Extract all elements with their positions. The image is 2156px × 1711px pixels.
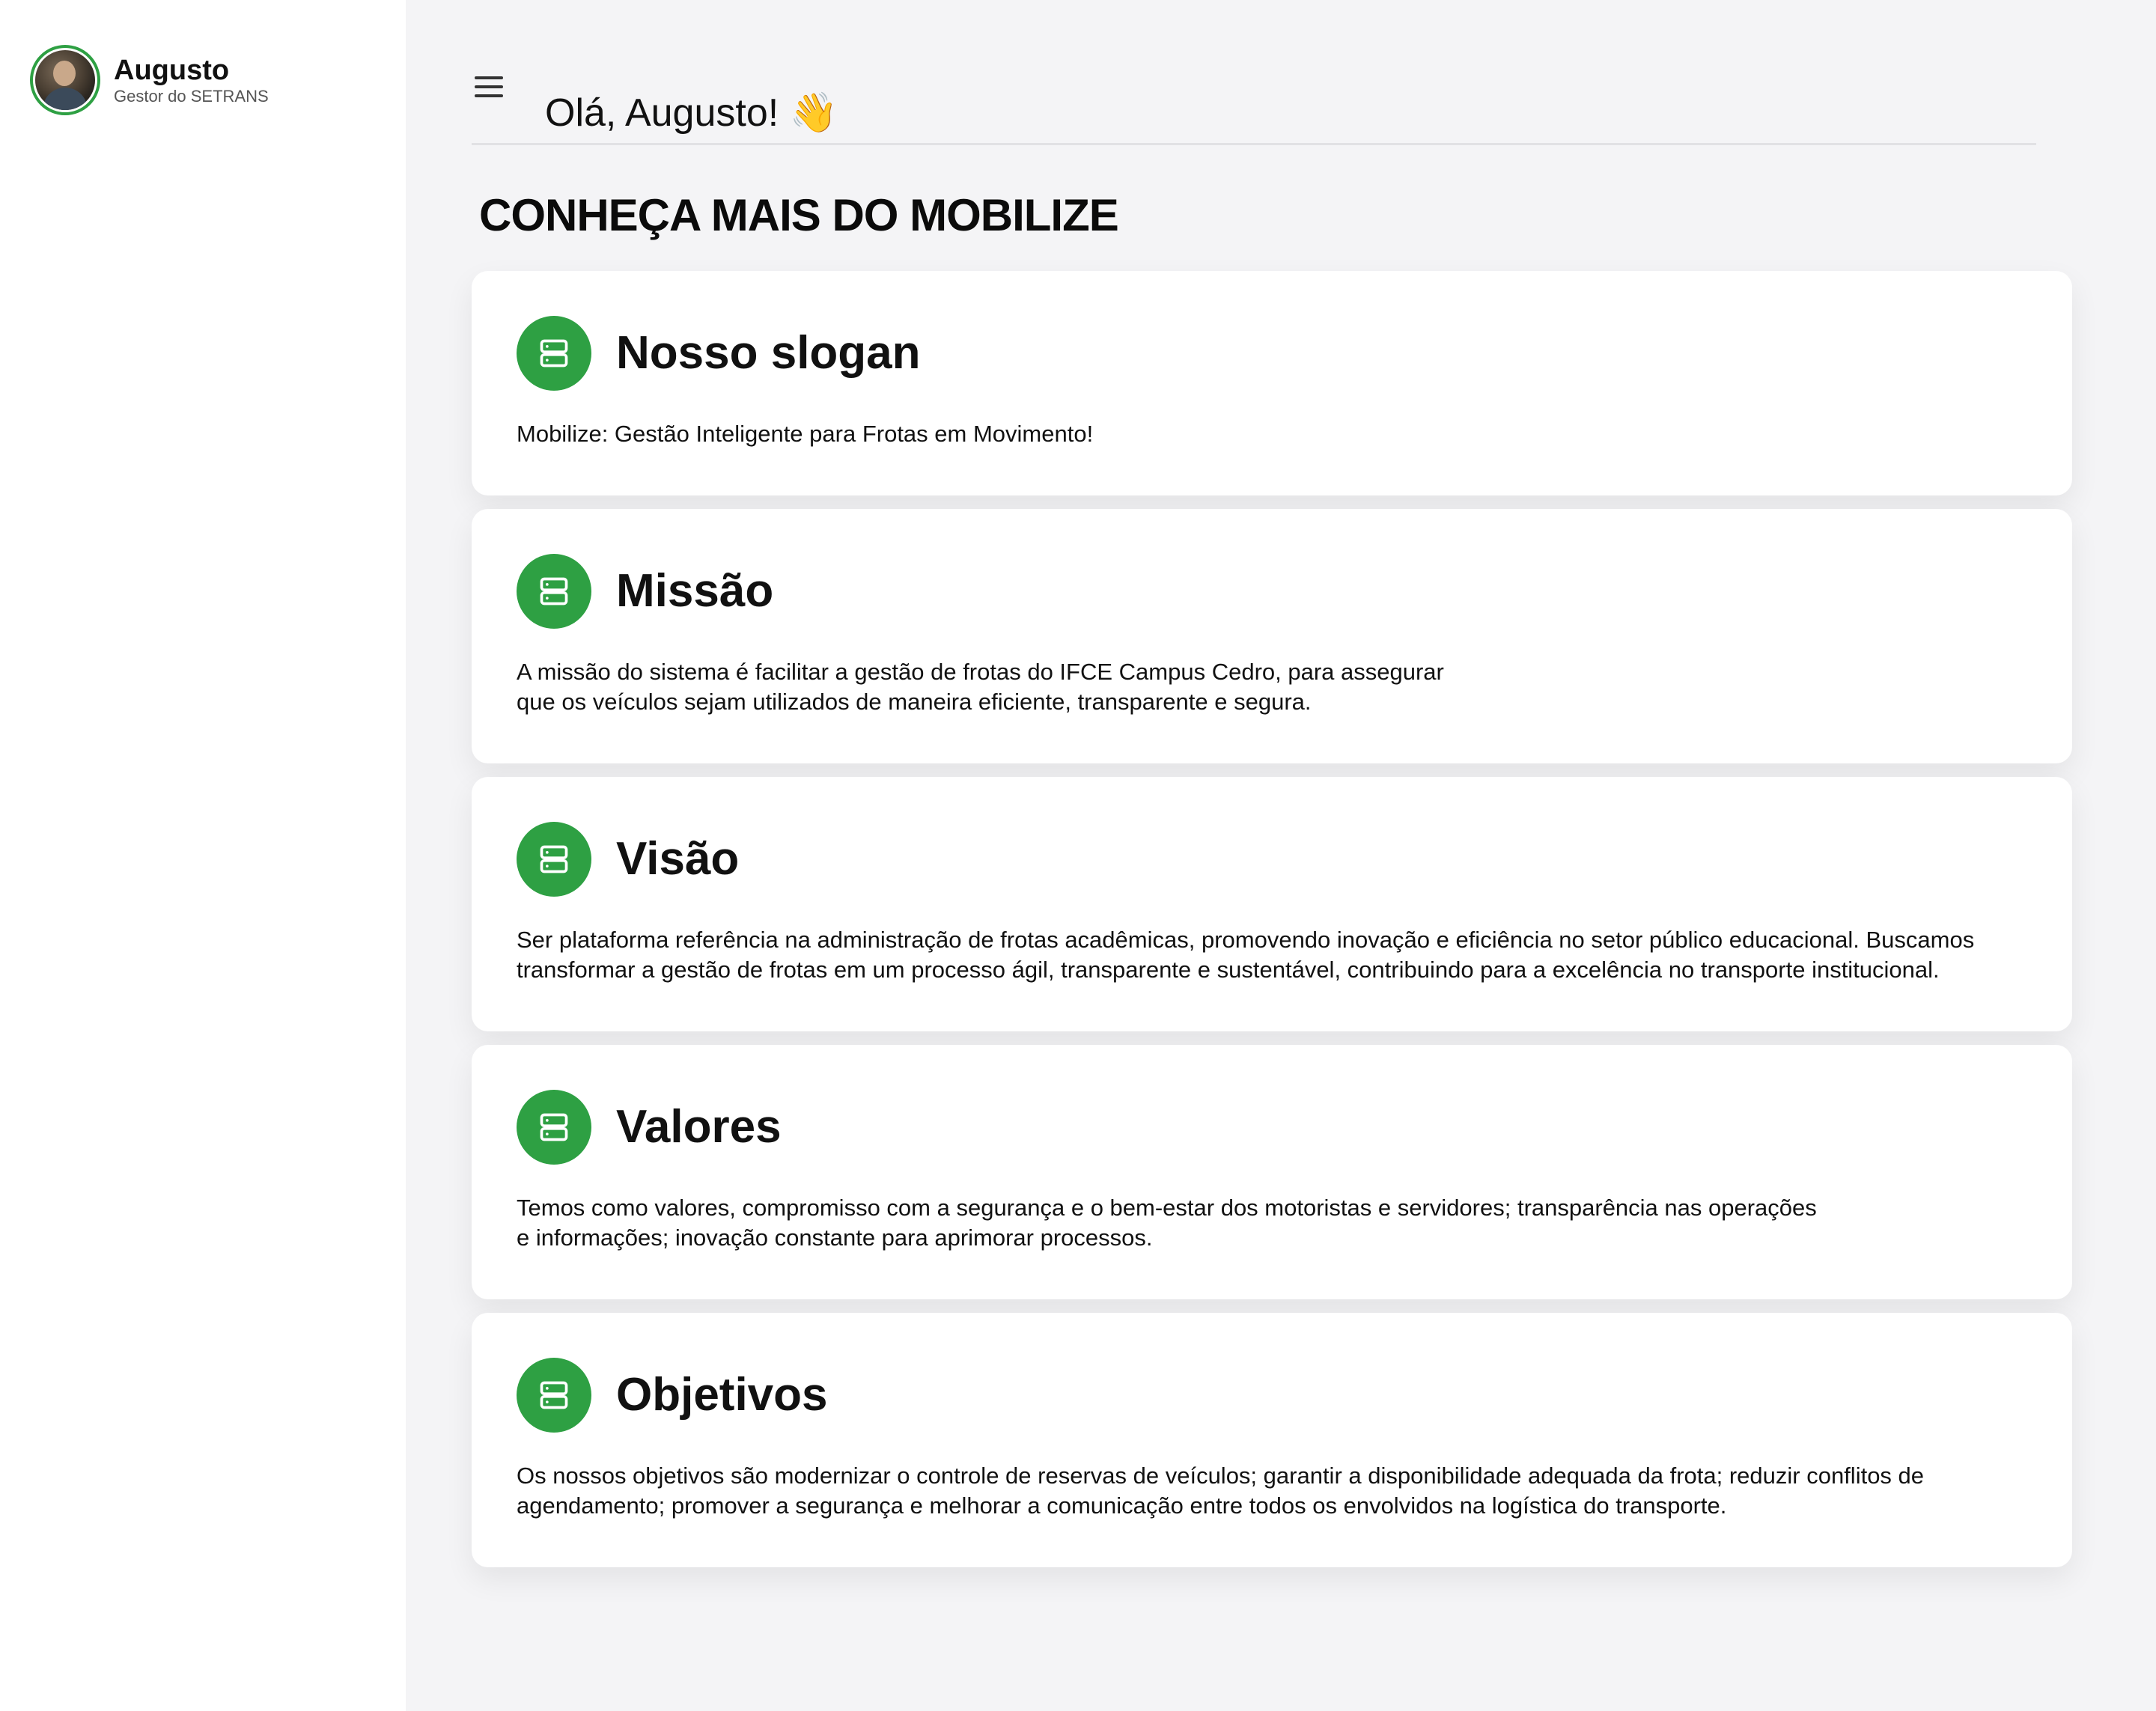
server-icon	[517, 554, 591, 629]
card-slogan: Nosso slogan Mobilize: Gestão Inteligent…	[472, 271, 2072, 495]
page-title: CONHEÇA MAIS DO MOBILIZE	[479, 190, 1119, 240]
card-text-line: agendamento; promover a segurança e melh…	[517, 1492, 1727, 1519]
card-text-line: que os veículos sejam utilizados de mane…	[517, 689, 1312, 715]
card-title: Valores	[616, 1101, 782, 1153]
server-icon	[517, 822, 591, 897]
card-text-line: e informações; inovação constante para a…	[517, 1224, 1153, 1251]
server-icon	[517, 1358, 591, 1433]
menu-icon-line	[475, 94, 503, 97]
server-icon	[517, 1090, 591, 1165]
card-title: Missão	[616, 565, 774, 617]
menu-icon-line	[475, 76, 503, 79]
card-text-line: Os nossos objetivos são modernizar o con…	[517, 1463, 1925, 1489]
card-title: Nosso slogan	[616, 327, 921, 379]
card-objetivos: Objetivos Os nossos objetivos são modern…	[472, 1313, 2072, 1567]
greeting: Olá, Augusto! 👋	[545, 91, 838, 135]
card-text: Ser plataforma referência na administraç…	[517, 925, 1974, 985]
card-title: Objetivos	[616, 1369, 828, 1421]
avatar[interactable]	[30, 45, 100, 115]
server-icon	[517, 316, 591, 391]
card-text-line: A missão do sistema é facilitar a gestão…	[517, 659, 1444, 685]
card-title: Visão	[616, 833, 740, 885]
card-missao: Missão A missão do sistema é facilitar a…	[472, 509, 2072, 763]
card-valores: Valores Temos como valores, compromisso …	[472, 1045, 2072, 1299]
menu-icon[interactable]	[475, 76, 503, 97]
menu-icon-line	[475, 85, 503, 88]
card-text: Os nossos objetivos são modernizar o con…	[517, 1461, 1924, 1521]
card-visao: Visão Ser plataforma referência na admin…	[472, 777, 2072, 1031]
card-text: A missão do sistema é facilitar a gestão…	[517, 657, 1444, 717]
card-text-line: Mobilize: Gestão Inteligente para Frotas…	[517, 421, 1094, 447]
topbar: Olá, Augusto! 👋	[472, 52, 2036, 145]
avatar-image	[35, 50, 95, 110]
card-text: Temos como valores, compromisso com a se…	[517, 1193, 1817, 1253]
card-text-line: Ser plataforma referência na administraç…	[517, 927, 1975, 953]
card-text-line: Temos como valores, compromisso com a se…	[517, 1195, 1817, 1221]
card-text: Mobilize: Gestão Inteligente para Frotas…	[517, 419, 1093, 449]
user-role: Gestor do SETRANS	[114, 87, 269, 106]
profile-text: Augusto Gestor do SETRANS	[114, 54, 269, 106]
card-text-line: transformar a gestão de frotas em um pro…	[517, 957, 1940, 983]
sidebar: Augusto Gestor do SETRANS	[0, 0, 406, 1711]
user-profile[interactable]: Augusto Gestor do SETRANS	[30, 45, 269, 115]
user-name: Augusto	[114, 55, 230, 86]
